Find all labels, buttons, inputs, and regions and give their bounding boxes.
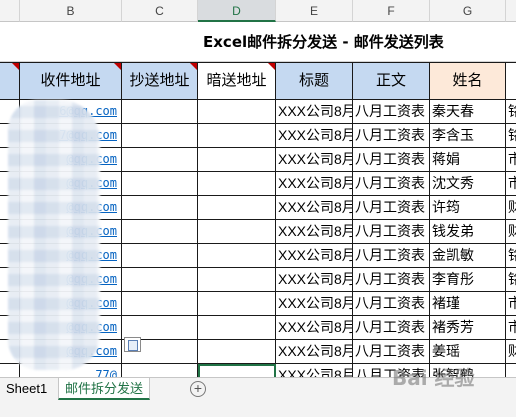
cell-subject[interactable]: XXX公司8月 — [276, 292, 353, 316]
column-header-c[interactable]: C — [122, 0, 198, 22]
header-recipient[interactable]: 收件地址 — [20, 62, 122, 100]
cell-body[interactable]: 八月工资表 — [353, 268, 430, 292]
cell-h[interactable] — [506, 364, 516, 377]
cell-cc[interactable] — [122, 196, 198, 220]
cell-h[interactable]: 市 — [506, 148, 516, 172]
cell-subject[interactable]: XXX公司8月 — [276, 268, 353, 292]
cell-subject[interactable]: XXX公司8月 — [276, 124, 353, 148]
cell-bcc[interactable] — [198, 148, 276, 172]
cell-body[interactable]: 八月工资表 — [353, 220, 430, 244]
watermark: Bai 经验 — [392, 366, 475, 390]
comment-marker-icon — [12, 63, 19, 70]
column-header-a[interactable] — [0, 0, 20, 22]
cell-body[interactable]: 八月工资表 — [353, 292, 430, 316]
column-header-f[interactable]: F — [353, 0, 430, 22]
cell-name[interactable]: 许筠 — [430, 196, 506, 220]
column-header-h[interactable] — [506, 0, 516, 22]
title-row: Excel邮件拆分发送 - 邮件发送列表 — [0, 22, 516, 62]
cell-h[interactable]: 铭 — [506, 100, 516, 124]
cell-name[interactable]: 李育彤 — [430, 268, 506, 292]
cell-h[interactable]: 铭 — [506, 124, 516, 148]
column-header-e[interactable]: E — [276, 0, 353, 22]
cell-h[interactable]: 财 — [506, 340, 516, 364]
cell-name[interactable]: 钱发弟 — [430, 220, 506, 244]
cell-body[interactable]: 八月工资表 — [353, 340, 430, 364]
cell-subject[interactable]: XXX公司8月 — [276, 100, 353, 124]
cell-bcc[interactable] — [198, 196, 276, 220]
cell-body[interactable]: 八月工资表 — [353, 100, 430, 124]
header-bcc[interactable]: 暗送地址 — [198, 62, 276, 100]
cell-bcc[interactable] — [198, 100, 276, 124]
cell-cc[interactable] — [122, 364, 198, 377]
cell-name[interactable]: 李含玉 — [430, 124, 506, 148]
cell-body[interactable]: 八月工资表 — [353, 124, 430, 148]
comment-marker-icon — [268, 63, 275, 70]
cell-subject[interactable]: XXX公司8月 — [276, 196, 353, 220]
cell-h[interactable]: 市 — [506, 172, 516, 196]
cell-bcc[interactable] — [198, 364, 276, 377]
cell-subject[interactable]: XXX公司8月 — [276, 340, 353, 364]
sheet-title: Excel邮件拆分发送 - 邮件发送列表 — [203, 33, 444, 51]
cell-bcc[interactable] — [198, 292, 276, 316]
cell-cc[interactable] — [122, 124, 198, 148]
column-header-g[interactable]: G — [430, 0, 506, 22]
cell-name[interactable]: 姜瑶 — [430, 340, 506, 364]
comment-marker-icon — [190, 63, 197, 70]
blurred-email-mask — [8, 100, 100, 370]
cell-name[interactable]: 褚瑾 — [430, 292, 506, 316]
cell-bcc[interactable] — [198, 340, 276, 364]
header-subject[interactable]: 标题 — [276, 62, 353, 100]
paste-options-icon[interactable] — [124, 337, 141, 352]
header-cc[interactable]: 抄送地址 — [122, 62, 198, 100]
cell-bcc[interactable] — [198, 244, 276, 268]
header-cell-a[interactable] — [0, 62, 20, 100]
cell-cc[interactable] — [122, 292, 198, 316]
cell-bcc[interactable] — [198, 124, 276, 148]
cell-body[interactable]: 八月工资表 — [353, 196, 430, 220]
header-name[interactable]: 姓名 — [430, 62, 506, 100]
cell-subject[interactable]: XXX公司8月 — [276, 148, 353, 172]
cell-cc[interactable] — [122, 244, 198, 268]
header-body[interactable]: 正文 — [353, 62, 430, 100]
cell-h[interactable]: 市 — [506, 292, 516, 316]
tab-sheet1[interactable]: Sheet1 — [0, 378, 53, 400]
cell-cc[interactable] — [122, 268, 198, 292]
cell-bcc[interactable] — [198, 316, 276, 340]
tab-mail-split[interactable]: 邮件拆分发送 — [58, 378, 151, 400]
cell-h[interactable]: 铭 — [506, 268, 516, 292]
cell-subject[interactable]: XXX公司8月 — [276, 316, 353, 340]
spreadsheet-grid: B C D E F G Excel邮件拆分发送 - 邮件发送列表 收件地址 抄送… — [0, 0, 516, 377]
cell-bcc[interactable] — [198, 268, 276, 292]
header-cell-h[interactable] — [506, 62, 516, 100]
column-header-d[interactable]: D — [198, 0, 276, 22]
cell-h[interactable]: 铭 — [506, 244, 516, 268]
cell-a[interactable] — [0, 364, 20, 377]
comment-marker-icon — [114, 63, 121, 70]
cell-name[interactable]: 金凯敏 — [430, 244, 506, 268]
cell-bcc[interactable] — [198, 220, 276, 244]
column-header-b[interactable]: B — [20, 0, 122, 22]
cell-subject[interactable]: XXX公司8月 — [276, 172, 353, 196]
cell-subject[interactable]: XXX公司8月 — [276, 364, 353, 377]
cell-body[interactable]: 八月工资表 — [353, 316, 430, 340]
cell-name[interactable]: 褚秀芳 — [430, 316, 506, 340]
cell-subject[interactable]: XXX公司8月 — [276, 220, 353, 244]
cell-cc[interactable] — [122, 148, 198, 172]
cell-name[interactable]: 蒋娟 — [430, 148, 506, 172]
cell-cc[interactable] — [122, 172, 198, 196]
cell-body[interactable]: 八月工资表 — [353, 244, 430, 268]
cell-body[interactable]: 八月工资表 — [353, 148, 430, 172]
cell-bcc[interactable] — [198, 172, 276, 196]
cell-subject[interactable]: XXX公司8月 — [276, 244, 353, 268]
cell-h[interactable]: 财 — [506, 220, 516, 244]
cell-h[interactable]: 财 — [506, 196, 516, 220]
add-sheet-icon[interactable]: + — [190, 381, 206, 397]
cell-cc[interactable] — [122, 100, 198, 124]
cell-name[interactable]: 沈文秀 — [430, 172, 506, 196]
cell-h[interactable]: 市 — [506, 316, 516, 340]
cell-name[interactable]: 秦天春 — [430, 100, 506, 124]
cell-body[interactable]: 八月工资表 — [353, 172, 430, 196]
cell-cc[interactable] — [122, 220, 198, 244]
